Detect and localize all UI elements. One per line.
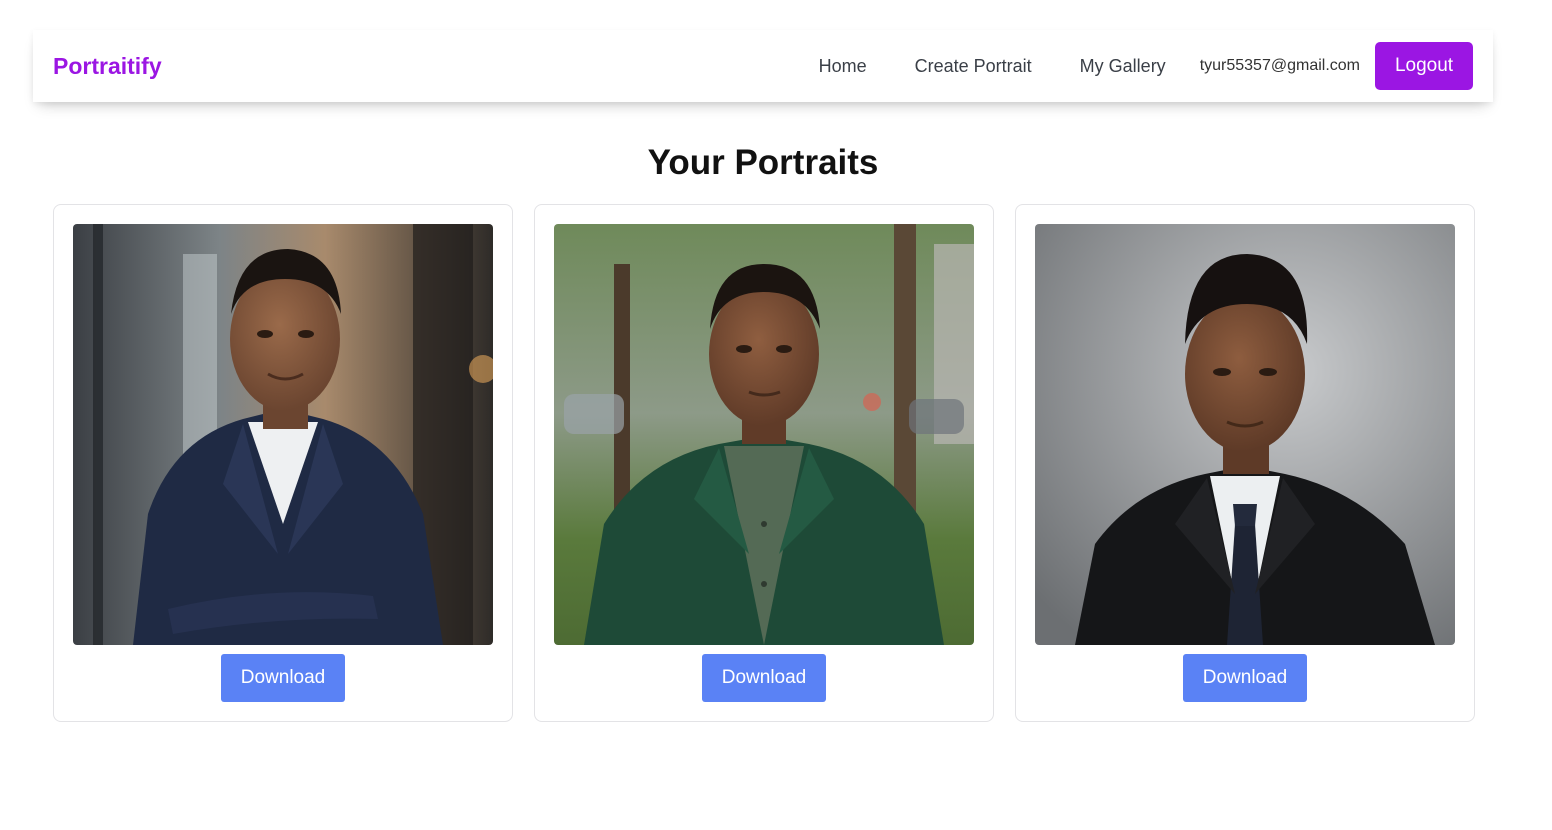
portrait-image xyxy=(1035,224,1455,645)
portrait-image xyxy=(73,224,493,645)
download-button[interactable]: Download xyxy=(221,654,345,702)
portrait-card: Download xyxy=(1015,204,1475,722)
download-button[interactable]: Download xyxy=(1183,654,1307,702)
logout-button[interactable]: Logout xyxy=(1375,42,1473,90)
nav-menu: Home Create Portrait My Gallery tyur5535… xyxy=(819,30,1473,102)
portrait-image xyxy=(554,224,974,645)
user-email: tyur55357@gmail.com xyxy=(1199,57,1360,74)
nav-link-home[interactable]: Home xyxy=(819,56,867,77)
download-button[interactable]: Download xyxy=(702,654,826,702)
portrait-gallery: Download Download Download xyxy=(53,204,1475,722)
portrait-card: Download xyxy=(534,204,994,722)
nav-link-create-portrait[interactable]: Create Portrait xyxy=(915,56,1032,77)
page-title: Your Portraits xyxy=(647,143,879,182)
navbar: Portraitify Home Create Portrait My Gall… xyxy=(33,30,1493,102)
portrait-card: Download xyxy=(53,204,513,722)
nav-link-my-gallery[interactable]: My Gallery xyxy=(1080,56,1166,77)
brand-logo[interactable]: Portraitify xyxy=(53,53,162,80)
